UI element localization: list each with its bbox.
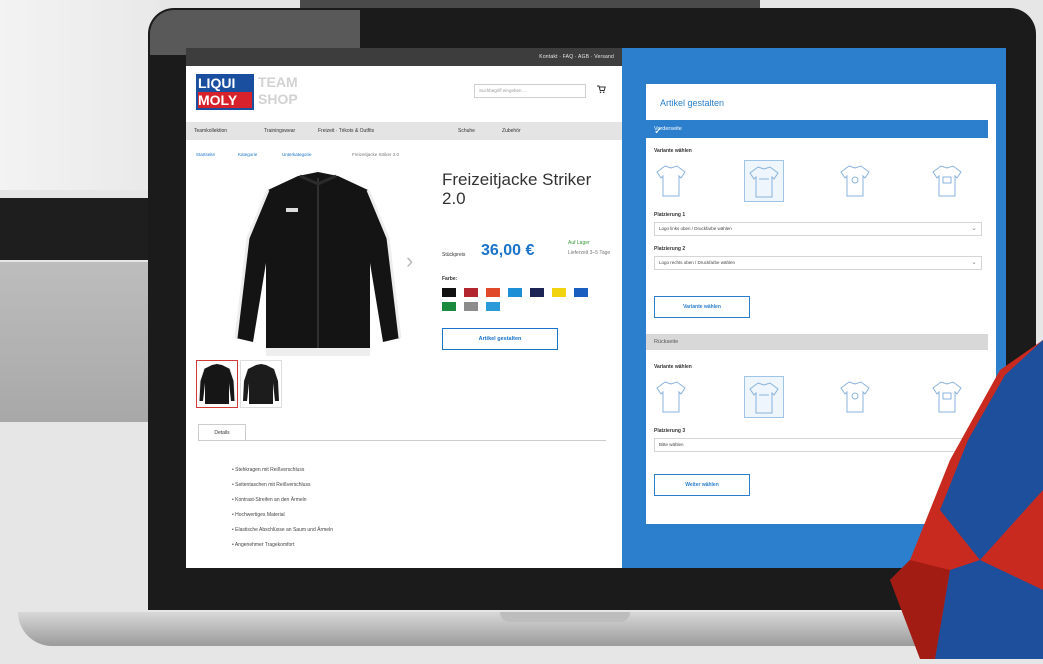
variant-shirt-icon[interactable] [652,376,690,416]
liqui-moly-logo[interactable]: LIQUI MOLY [196,74,254,110]
background-wall [0,0,160,190]
feature-bullet: • Angenehmer Tragekomfort [232,542,295,548]
color-swatch[interactable] [552,288,566,297]
background-shelf [0,198,150,260]
product-tabs: Details • Stehkragen mit Reißverschluss •… [198,424,608,568]
feature-bullet: • Hochwertiges Material [232,512,285,518]
section-back-label: Rückseite [654,339,679,345]
topbar-links[interactable]: Kontakt · FAQ · AGB · Versand [539,54,614,60]
color-swatch[interactable] [486,288,500,297]
design-article-button[interactable]: Artikel gestalten [442,328,558,350]
stock-status: Auf Lager [568,240,590,246]
feature-bullet: • Seitentaschen mit Reißverschluss [232,482,311,488]
print1-select[interactable]: Logo links oben / Druckfarbe wählen ⌄ [654,222,982,236]
team-shop-logo: TEAM SHOP [258,74,298,107]
tab-details[interactable]: Details [198,424,246,441]
variant-label-back: Variante wählen [654,364,692,370]
print2-label: Platzierung 2 [654,246,686,252]
nav-item-zubehoer[interactable]: Zubehör [502,128,521,134]
logo-line-2: MOLY [198,92,252,108]
feature-bullet: • Kontrast-Streifen an den Ärmeln [232,497,307,503]
search-input[interactable]: Suchbegriff eingeben … [474,84,586,98]
nav-item-teamkollektion[interactable]: Teamkollektion [194,128,227,134]
color-swatch[interactable] [574,288,588,297]
section-front-bar[interactable]: Vorderseite ✓ [646,120,988,138]
thumbnail-front[interactable] [196,360,238,408]
designer-heading: Artikel gestalten [660,98,725,108]
breadcrumb-item[interactable]: Startseite [196,152,215,157]
variant-shirt-icon[interactable] [836,160,874,200]
color-swatch[interactable] [442,288,456,297]
laptop-screen: Kontakt · FAQ · AGB · Versand LIQUI MOLY… [186,48,1006,568]
back-variant-button[interactable]: Weiter wählen [654,474,750,496]
product-price: 36,00 € [481,242,535,259]
background-panel [0,262,150,422]
variant-shirt-icon[interactable] [928,160,966,200]
breadcrumb-current: Freizeitjacke Striker 2.0 [352,152,400,157]
print3-value: Bitte wählen [659,442,684,447]
tab-content: • Stehkragen mit Reißverschluss • Seitent… [198,440,606,568]
variant-label-front: Variante wählen [654,148,692,154]
color-swatch[interactable] [442,302,456,311]
breadcrumb: Startseite Kategorie Unterkategorie Frei… [186,152,622,162]
variant-shirt-icon[interactable] [744,376,784,418]
color-label: Farbe: [442,276,458,282]
breadcrumb-item[interactable]: Kategorie [238,152,257,157]
price-label: Stückpreis [442,252,466,258]
site-topbar: Kontakt · FAQ · AGB · Versand [186,48,622,66]
color-swatch[interactable] [464,302,478,311]
delivery-time: Lieferzeit 3–5 Tage [568,250,611,256]
next-image-arrow-icon[interactable]: › [406,248,413,274]
color-swatch[interactable] [508,288,522,297]
variant-shirt-icon[interactable] [652,160,690,200]
chevron-down-icon: ⌄ [971,259,977,266]
nav-item-trainingswear[interactable]: Trainingswear [264,128,295,134]
nav-item-freizeit[interactable]: Freizeit · Trikots & Outfits [318,128,374,134]
apply-variant-button[interactable]: Variante wählen [654,296,750,318]
laptop-notch [500,612,630,622]
feature-bullet: • Stehkragen mit Reißverschluss [232,467,305,473]
color-swatch[interactable] [530,288,544,297]
print1-value: Logo links oben / Druckfarbe wählen [659,226,732,231]
check-icon: ✓ [654,126,663,137]
cart-icon[interactable] [596,84,606,94]
print2-value: Logo rechts oben / Druckfarbe wählen [659,260,736,265]
variant-shirt-icon[interactable] [744,160,784,202]
chevron-down-icon: ⌄ [971,225,977,232]
product-image [228,168,408,364]
breadcrumb-item[interactable]: Unterkategorie [282,152,312,157]
variant-shirt-icon[interactable] [836,376,874,416]
thumbnail-back[interactable] [240,360,282,408]
print3-label: Platzierung 3 [654,428,686,434]
search-placeholder: Suchbegriff eingeben … [479,88,528,93]
umbrella-image [890,330,1043,659]
print2-select[interactable]: Logo rechts oben / Druckfarbe wählen ⌄ [654,256,982,270]
nav-item-schuhe[interactable]: Schuhe [458,128,475,134]
product-title: Freizeitjacke Striker 2.0 [442,170,592,208]
color-swatch[interactable] [486,302,500,311]
print1-label: Platzierung 1 [654,212,686,218]
feature-bullet: • Elastische Abschlüsse an Saum und Ärme… [232,527,333,533]
main-navigation: Teamkollektion Trainingswear Freizeit · … [186,122,622,140]
logo-line-1: LIQUI [198,75,236,91]
color-swatch[interactable] [464,288,478,297]
